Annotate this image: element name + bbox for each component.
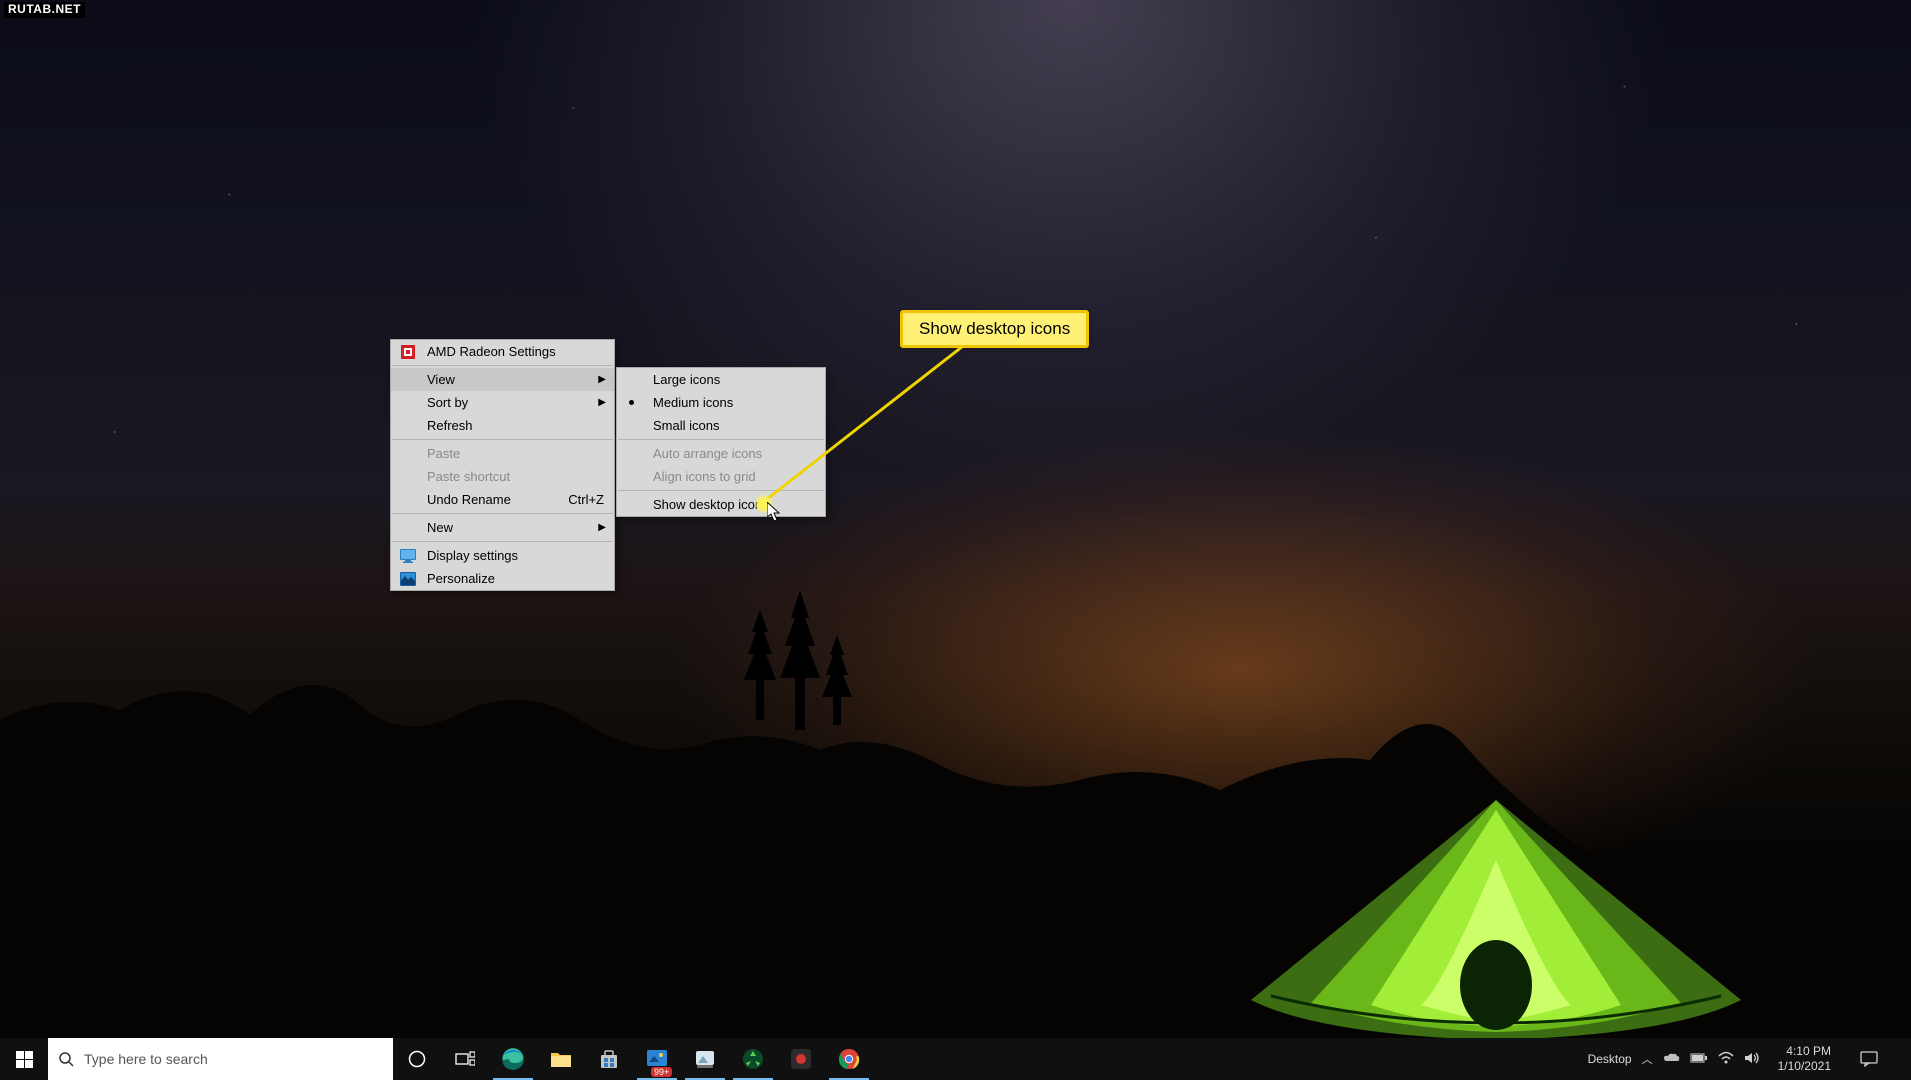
tent xyxy=(1251,800,1741,1040)
menu-item-label: Show desktop icons xyxy=(653,497,769,512)
keyboard-shortcut: Ctrl+Z xyxy=(568,492,604,507)
tree-silhouette xyxy=(820,635,854,725)
submenu-medium-icons[interactable]: Medium icons xyxy=(617,391,825,414)
menu-item-label: Paste shortcut xyxy=(427,469,510,484)
taskbar-app-paint3d[interactable] xyxy=(681,1038,729,1080)
menu-item-label: Auto arrange icons xyxy=(653,446,762,461)
submenu-large-icons[interactable]: Large icons xyxy=(617,368,825,391)
menu-paste-shortcut: Paste shortcut xyxy=(391,465,614,488)
recycle-icon xyxy=(742,1048,764,1070)
task-view-icon xyxy=(455,1051,475,1067)
submenu-arrow-icon: ▶ xyxy=(598,522,606,533)
clock-date: 1/10/2021 xyxy=(1778,1059,1831,1074)
tray-overflow-button[interactable]: ︿ xyxy=(1642,1051,1653,1067)
action-center-button[interactable] xyxy=(1849,1051,1889,1067)
menu-sort-by[interactable]: Sort by ▶ xyxy=(391,391,614,414)
callout-text: Show desktop icons xyxy=(919,319,1070,338)
personalize-icon xyxy=(399,570,417,588)
desktop-context-menu: AMD Radeon Settings View ▶ Sort by ▶ Ref… xyxy=(390,339,615,591)
menu-item-label: Undo Rename xyxy=(427,492,511,507)
menu-item-label: Personalize xyxy=(427,571,495,586)
menu-item-label: AMD Radeon Settings xyxy=(427,344,556,359)
selected-bullet-icon xyxy=(629,400,634,405)
menu-item-label: Small icons xyxy=(653,418,719,433)
taskbar-app-recycle[interactable] xyxy=(729,1038,777,1080)
file-explorer-icon xyxy=(550,1050,572,1068)
submenu-show-desktop-icons[interactable]: Show desktop icons xyxy=(617,493,825,516)
start-button[interactable] xyxy=(0,1038,48,1080)
chrome-icon xyxy=(838,1048,860,1070)
tray-onedrive-icon[interactable] xyxy=(1663,1052,1680,1067)
menu-paste: Paste xyxy=(391,442,614,465)
menu-item-label: Medium icons xyxy=(653,395,733,410)
submenu-align-grid[interactable]: Align icons to grid xyxy=(617,465,825,488)
taskbar: Type here to search 99+ xyxy=(0,1038,1911,1080)
clock-time: 4:10 PM xyxy=(1778,1044,1831,1059)
menu-item-label: Display settings xyxy=(427,548,518,563)
menu-item-label: Align icons to grid xyxy=(653,469,756,484)
tree-silhouette xyxy=(775,590,825,730)
annotation-callout: Show desktop icons xyxy=(900,310,1089,348)
taskbar-app-explorer[interactable] xyxy=(537,1038,585,1080)
menu-refresh[interactable]: Refresh xyxy=(391,414,614,437)
notification-icon xyxy=(1860,1051,1878,1067)
desktop-wallpaper[interactable] xyxy=(0,0,1911,1080)
tray-wifi-icon[interactable] xyxy=(1718,1051,1734,1068)
menu-item-label: New xyxy=(427,520,453,535)
system-tray: Desktop ︿ 4:10 PM 1/10/2021 xyxy=(1588,1044,1911,1074)
tray-desktop-label[interactable]: Desktop xyxy=(1588,1052,1632,1066)
store-icon xyxy=(599,1049,619,1069)
taskbar-app-edge[interactable] xyxy=(489,1038,537,1080)
tray-power-icon[interactable] xyxy=(1690,1052,1708,1067)
menu-item-label: Paste xyxy=(427,446,460,461)
menu-item-label: Sort by xyxy=(427,395,468,410)
view-submenu: Large icons Medium icons Small icons Aut… xyxy=(616,367,826,517)
taskbar-app-camtasia[interactable] xyxy=(777,1038,825,1080)
menu-personalize[interactable]: Personalize xyxy=(391,567,614,590)
tray-volume-icon[interactable] xyxy=(1744,1051,1760,1068)
task-view-button[interactable] xyxy=(441,1038,489,1080)
menu-display-settings[interactable]: Display settings xyxy=(391,544,614,567)
search-icon xyxy=(48,1051,84,1067)
menu-item-label: Refresh xyxy=(427,418,473,433)
cortana-icon xyxy=(408,1050,426,1068)
paint3d-icon xyxy=(694,1048,716,1070)
menu-amd-radeon[interactable]: AMD Radeon Settings xyxy=(391,340,614,363)
submenu-arrow-icon: ▶ xyxy=(598,374,606,385)
taskbar-app-photos[interactable]: 99+ xyxy=(633,1038,681,1080)
submenu-small-icons[interactable]: Small icons xyxy=(617,414,825,437)
submenu-auto-arrange[interactable]: Auto arrange icons xyxy=(617,442,825,465)
menu-new[interactable]: New ▶ xyxy=(391,516,614,539)
badge: 99+ xyxy=(651,1067,672,1077)
edge-icon xyxy=(501,1047,525,1071)
menu-item-label: View xyxy=(427,372,455,387)
display-settings-icon xyxy=(399,547,417,565)
amd-icon xyxy=(399,343,417,361)
watermark: RUTAB.NET xyxy=(4,2,85,18)
tree-silhouette xyxy=(740,610,780,720)
menu-view[interactable]: View ▶ xyxy=(391,368,614,391)
menu-undo-rename[interactable]: Undo Rename Ctrl+Z xyxy=(391,488,614,511)
taskbar-search[interactable]: Type here to search xyxy=(48,1038,393,1080)
taskbar-app-store[interactable] xyxy=(585,1038,633,1080)
camtasia-icon xyxy=(791,1049,811,1069)
cortana-button[interactable] xyxy=(393,1038,441,1080)
submenu-arrow-icon: ▶ xyxy=(598,397,606,408)
menu-item-label: Large icons xyxy=(653,372,720,387)
windows-logo-icon xyxy=(16,1051,33,1068)
taskbar-clock[interactable]: 4:10 PM 1/10/2021 xyxy=(1770,1044,1839,1074)
search-placeholder: Type here to search xyxy=(84,1051,208,1067)
taskbar-app-chrome[interactable] xyxy=(825,1038,873,1080)
